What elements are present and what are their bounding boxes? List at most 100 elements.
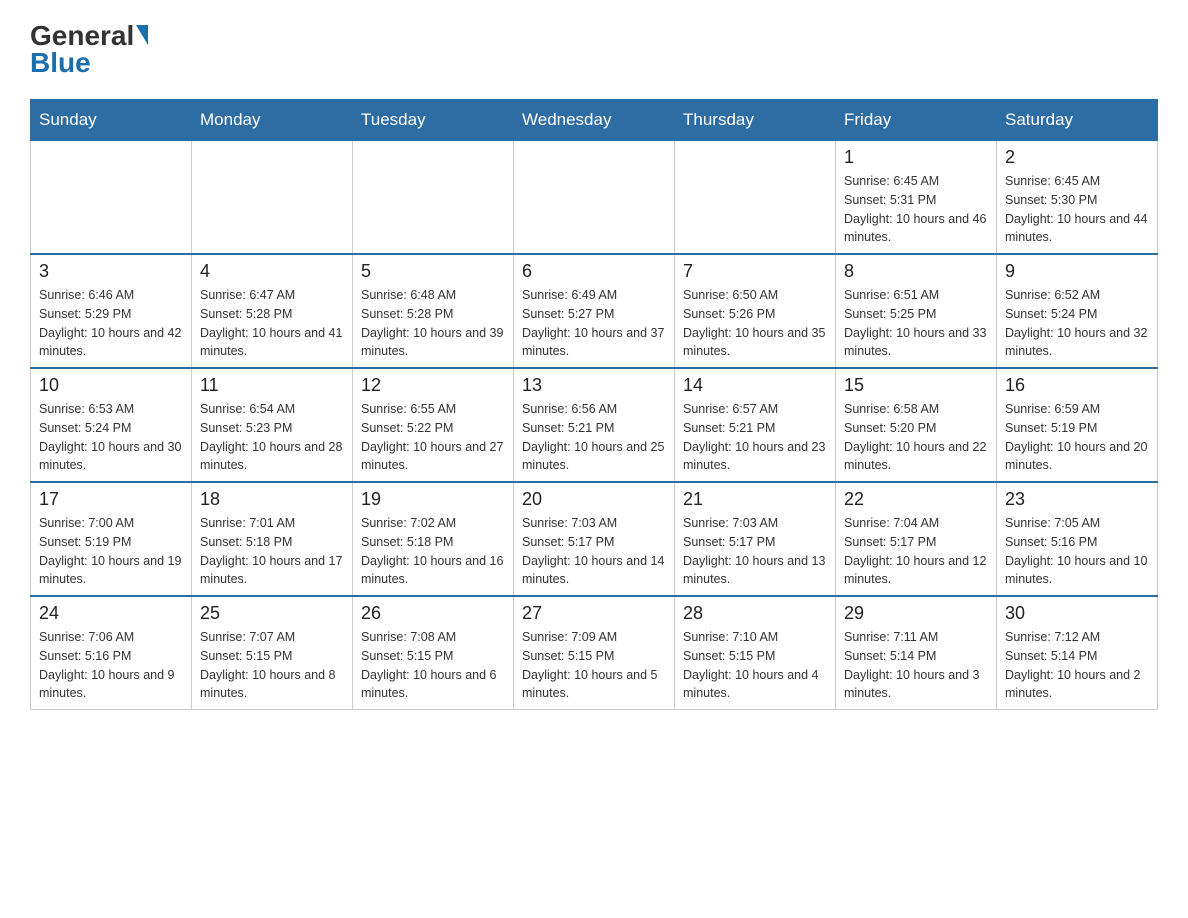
day-number: 26 <box>361 603 505 624</box>
day-number: 10 <box>39 375 183 396</box>
day-sun-info: Sunrise: 7:07 AM Sunset: 5:15 PM Dayligh… <box>200 628 344 703</box>
calendar-cell <box>514 141 675 255</box>
day-number: 4 <box>200 261 344 282</box>
calendar-cell <box>675 141 836 255</box>
day-number: 25 <box>200 603 344 624</box>
calendar-cell: 20 Sunrise: 7:03 AM Sunset: 5:17 PM Dayli… <box>514 482 675 596</box>
day-number: 15 <box>844 375 988 396</box>
day-sun-info: Sunrise: 6:57 AM Sunset: 5:21 PM Dayligh… <box>683 400 827 475</box>
calendar-table: SundayMondayTuesdayWednesdayThursdayFrid… <box>30 99 1158 710</box>
day-number: 21 <box>683 489 827 510</box>
weekday-header-thursday: Thursday <box>675 100 836 141</box>
calendar-cell: 8 Sunrise: 6:51 AM Sunset: 5:25 PM Daylig… <box>836 254 997 368</box>
calendar-cell: 15 Sunrise: 6:58 AM Sunset: 5:20 PM Dayli… <box>836 368 997 482</box>
day-sun-info: Sunrise: 7:11 AM Sunset: 5:14 PM Dayligh… <box>844 628 988 703</box>
day-number: 2 <box>1005 147 1149 168</box>
day-number: 1 <box>844 147 988 168</box>
day-number: 23 <box>1005 489 1149 510</box>
calendar-cell: 1Sunrise: 6:45 AM Sunset: 5:31 PM Daylig… <box>836 141 997 255</box>
day-sun-info: Sunrise: 6:46 AM Sunset: 5:29 PM Dayligh… <box>39 286 183 361</box>
logo-blue-label: Blue <box>30 47 91 79</box>
day-sun-info: Sunrise: 6:52 AM Sunset: 5:24 PM Dayligh… <box>1005 286 1149 361</box>
weekday-header-saturday: Saturday <box>997 100 1158 141</box>
day-number: 5 <box>361 261 505 282</box>
day-sun-info: Sunrise: 6:47 AM Sunset: 5:28 PM Dayligh… <box>200 286 344 361</box>
calendar-cell: 16Sunrise: 6:59 AM Sunset: 5:19 PM Dayli… <box>997 368 1158 482</box>
calendar-cell: 25 Sunrise: 7:07 AM Sunset: 5:15 PM Dayli… <box>192 596 353 710</box>
day-sun-info: Sunrise: 7:03 AM Sunset: 5:17 PM Dayligh… <box>683 514 827 589</box>
calendar-cell: 7Sunrise: 6:50 AM Sunset: 5:26 PM Daylig… <box>675 254 836 368</box>
day-sun-info: Sunrise: 6:48 AM Sunset: 5:28 PM Dayligh… <box>361 286 505 361</box>
day-number: 17 <box>39 489 183 510</box>
calendar-cell: 10 Sunrise: 6:53 AM Sunset: 5:24 PM Dayli… <box>31 368 192 482</box>
day-sun-info: Sunrise: 7:01 AM Sunset: 5:18 PM Dayligh… <box>200 514 344 589</box>
day-number: 20 <box>522 489 666 510</box>
weekday-header-row: SundayMondayTuesdayWednesdayThursdayFrid… <box>31 100 1158 141</box>
day-number: 11 <box>200 375 344 396</box>
calendar-cell: 19 Sunrise: 7:02 AM Sunset: 5:18 PM Dayli… <box>353 482 514 596</box>
day-sun-info: Sunrise: 6:53 AM Sunset: 5:24 PM Dayligh… <box>39 400 183 475</box>
day-number: 8 <box>844 261 988 282</box>
calendar-cell: 3 Sunrise: 6:46 AM Sunset: 5:29 PM Daylig… <box>31 254 192 368</box>
calendar-cell: 2 Sunrise: 6:45 AM Sunset: 5:30 PM Daylig… <box>997 141 1158 255</box>
day-sun-info: Sunrise: 7:05 AM Sunset: 5:16 PM Dayligh… <box>1005 514 1149 589</box>
day-number: 29 <box>844 603 988 624</box>
day-sun-info: Sunrise: 6:55 AM Sunset: 5:22 PM Dayligh… <box>361 400 505 475</box>
logo: General Blue <box>30 20 148 79</box>
day-number: 18 <box>200 489 344 510</box>
calendar-cell: 14 Sunrise: 6:57 AM Sunset: 5:21 PM Dayli… <box>675 368 836 482</box>
day-sun-info: Sunrise: 7:09 AM Sunset: 5:15 PM Dayligh… <box>522 628 666 703</box>
calendar-cell: 29 Sunrise: 7:11 AM Sunset: 5:14 PM Dayli… <box>836 596 997 710</box>
day-sun-info: Sunrise: 6:58 AM Sunset: 5:20 PM Dayligh… <box>844 400 988 475</box>
calendar-cell: 17 Sunrise: 7:00 AM Sunset: 5:19 PM Dayli… <box>31 482 192 596</box>
day-number: 28 <box>683 603 827 624</box>
logo-arrow-icon <box>136 25 148 45</box>
calendar-cell: 24 Sunrise: 7:06 AM Sunset: 5:16 PM Dayli… <box>31 596 192 710</box>
calendar-week-row: 3 Sunrise: 6:46 AM Sunset: 5:29 PM Daylig… <box>31 254 1158 368</box>
calendar-cell: 26 Sunrise: 7:08 AM Sunset: 5:15 PM Dayli… <box>353 596 514 710</box>
weekday-header-sunday: Sunday <box>31 100 192 141</box>
day-number: 19 <box>361 489 505 510</box>
day-number: 9 <box>1005 261 1149 282</box>
calendar-week-row: 24 Sunrise: 7:06 AM Sunset: 5:16 PM Dayli… <box>31 596 1158 710</box>
day-number: 13 <box>522 375 666 396</box>
calendar-cell: 21 Sunrise: 7:03 AM Sunset: 5:17 PM Dayli… <box>675 482 836 596</box>
day-number: 16 <box>1005 375 1149 396</box>
calendar-cell: 30 Sunrise: 7:12 AM Sunset: 5:14 PM Dayli… <box>997 596 1158 710</box>
day-number: 12 <box>361 375 505 396</box>
day-sun-info: Sunrise: 7:10 AM Sunset: 5:15 PM Dayligh… <box>683 628 827 703</box>
day-number: 22 <box>844 489 988 510</box>
day-sun-info: Sunrise: 6:51 AM Sunset: 5:25 PM Dayligh… <box>844 286 988 361</box>
calendar-cell: 27 Sunrise: 7:09 AM Sunset: 5:15 PM Dayli… <box>514 596 675 710</box>
day-number: 6 <box>522 261 666 282</box>
day-sun-info: Sunrise: 7:02 AM Sunset: 5:18 PM Dayligh… <box>361 514 505 589</box>
calendar-cell: 13 Sunrise: 6:56 AM Sunset: 5:21 PM Dayli… <box>514 368 675 482</box>
weekday-header-wednesday: Wednesday <box>514 100 675 141</box>
calendar-week-row: 1Sunrise: 6:45 AM Sunset: 5:31 PM Daylig… <box>31 141 1158 255</box>
calendar-cell: 4 Sunrise: 6:47 AM Sunset: 5:28 PM Daylig… <box>192 254 353 368</box>
day-number: 14 <box>683 375 827 396</box>
calendar-cell <box>192 141 353 255</box>
calendar-cell: 5 Sunrise: 6:48 AM Sunset: 5:28 PM Daylig… <box>353 254 514 368</box>
day-sun-info: Sunrise: 6:56 AM Sunset: 5:21 PM Dayligh… <box>522 400 666 475</box>
day-number: 30 <box>1005 603 1149 624</box>
day-number: 27 <box>522 603 666 624</box>
day-number: 3 <box>39 261 183 282</box>
calendar-cell: 23 Sunrise: 7:05 AM Sunset: 5:16 PM Dayli… <box>997 482 1158 596</box>
calendar-cell <box>353 141 514 255</box>
day-sun-info: Sunrise: 6:45 AM Sunset: 5:30 PM Dayligh… <box>1005 172 1149 247</box>
weekday-header-monday: Monday <box>192 100 353 141</box>
day-sun-info: Sunrise: 7:12 AM Sunset: 5:14 PM Dayligh… <box>1005 628 1149 703</box>
day-sun-info: Sunrise: 7:08 AM Sunset: 5:15 PM Dayligh… <box>361 628 505 703</box>
calendar-cell: 12 Sunrise: 6:55 AM Sunset: 5:22 PM Dayli… <box>353 368 514 482</box>
day-sun-info: Sunrise: 6:50 AM Sunset: 5:26 PM Dayligh… <box>683 286 827 361</box>
calendar-cell: 9 Sunrise: 6:52 AM Sunset: 5:24 PM Daylig… <box>997 254 1158 368</box>
day-number: 24 <box>39 603 183 624</box>
weekday-header-tuesday: Tuesday <box>353 100 514 141</box>
day-sun-info: Sunrise: 7:00 AM Sunset: 5:19 PM Dayligh… <box>39 514 183 589</box>
calendar-cell: 11Sunrise: 6:54 AM Sunset: 5:23 PM Dayli… <box>192 368 353 482</box>
day-sun-info: Sunrise: 6:49 AM Sunset: 5:27 PM Dayligh… <box>522 286 666 361</box>
day-sun-info: Sunrise: 7:03 AM Sunset: 5:17 PM Dayligh… <box>522 514 666 589</box>
day-sun-info: Sunrise: 7:06 AM Sunset: 5:16 PM Dayligh… <box>39 628 183 703</box>
calendar-week-row: 17 Sunrise: 7:00 AM Sunset: 5:19 PM Dayli… <box>31 482 1158 596</box>
